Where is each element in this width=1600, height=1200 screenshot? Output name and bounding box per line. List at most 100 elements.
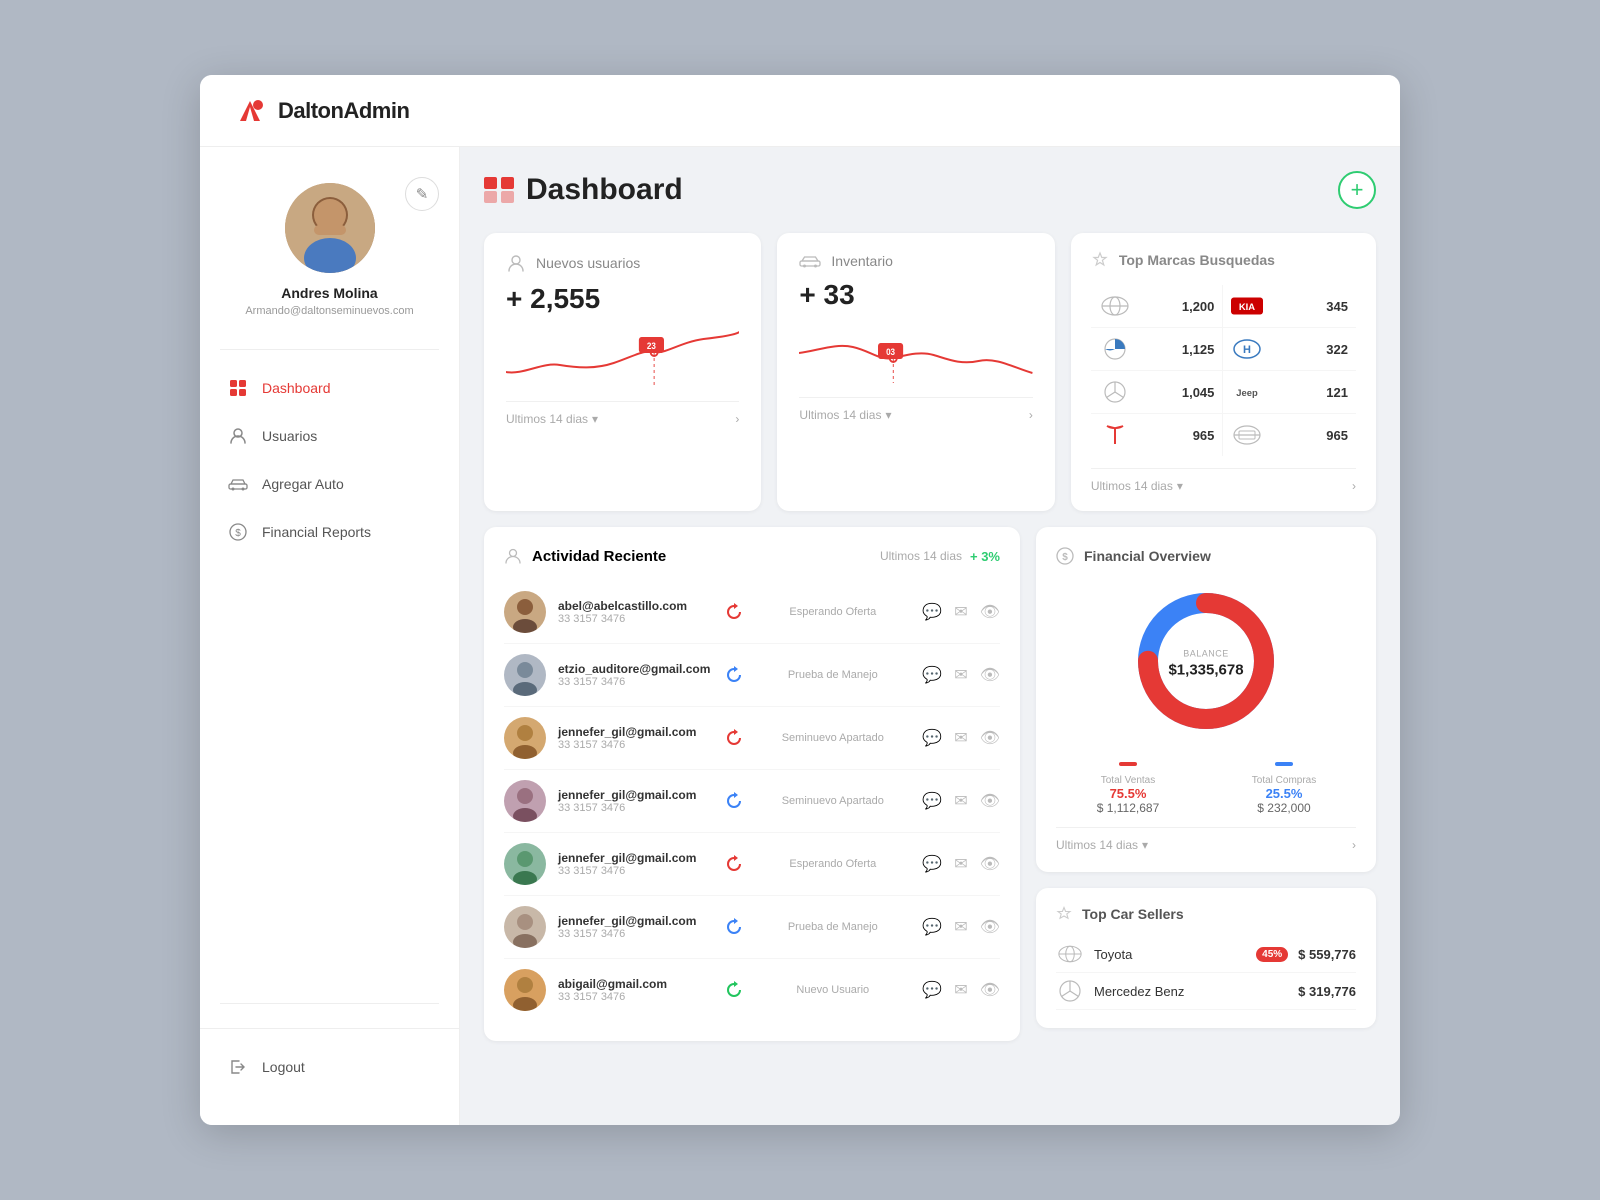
whatsapp-icon[interactable]: 💬 [922, 791, 942, 811]
avatar [504, 843, 546, 885]
logout-button[interactable]: Logout [212, 1045, 447, 1089]
list-item: jennefer_gil@gmail.com 33 3157 3476 Espe… [504, 833, 1000, 896]
avatar [504, 591, 546, 633]
usuarios-stat-icon [506, 253, 526, 273]
activity-info: abigail@gmail.com 33 3157 3476 [558, 977, 713, 1003]
stat-footer-inventario: Ultimos 14 dias ▾ › [799, 397, 1032, 422]
activity-info: jennefer_gil@gmail.com 33 3157 3476 [558, 725, 713, 751]
view-icon[interactable]: 👁 [980, 665, 1000, 685]
seller-row-toyota: Toyota 45% $ 559,776 [1056, 936, 1356, 973]
activity-email: jennefer_gil@gmail.com [558, 914, 713, 928]
svg-text:23: 23 [647, 341, 656, 352]
logo-icon [232, 93, 268, 129]
nissan-logo [1231, 424, 1263, 446]
refresh-icon [725, 981, 743, 999]
view-icon[interactable]: 👁 [980, 980, 1000, 1000]
compras-label: Total Compras [1212, 775, 1356, 786]
tesla-logo [1099, 424, 1131, 446]
activity-user-icon [504, 547, 522, 565]
activity-phone: 33 3157 3476 [558, 865, 713, 877]
view-icon[interactable]: 👁 [980, 602, 1000, 622]
logout-icon [228, 1057, 248, 1077]
activity-list: abel@abelcastillo.com 33 3157 3476 Esper… [504, 581, 1000, 1021]
sidebar-divider [220, 349, 439, 350]
sidebar-item-usuarios[interactable]: Usuarios [212, 414, 447, 458]
compras-dot [1275, 762, 1293, 766]
ventas-dot [1119, 762, 1137, 766]
activity-email: jennefer_gil@gmail.com [558, 851, 713, 865]
view-icon[interactable]: 👁 [980, 791, 1000, 811]
mercedes-logo [1099, 381, 1131, 403]
activity-title: Actividad Reciente [532, 548, 666, 565]
financial-arrow[interactable]: › [1352, 838, 1356, 852]
mercedes-seller-logo [1056, 981, 1084, 1001]
activity-phone: 33 3157 3476 [558, 676, 713, 688]
email-icon[interactable]: ✉ [954, 602, 967, 622]
dashboard-grid-icon [484, 177, 514, 203]
legend-compras: Total Compras 25.5% $ 232,000 [1212, 757, 1356, 815]
view-icon[interactable]: 👁 [980, 917, 1000, 937]
sidebar-item-dashboard[interactable]: Dashboard [212, 366, 447, 410]
activity-email: jennefer_gil@gmail.com [558, 725, 713, 739]
activity-status-text: Esperando Oferta [755, 606, 910, 618]
sidebar-item-agregar-auto[interactable]: Agregar Auto [212, 462, 447, 506]
list-item: abel@abelcastillo.com 33 3157 3476 Esper… [504, 581, 1000, 644]
whatsapp-icon[interactable]: 💬 [922, 854, 942, 874]
sidebar-item-financial-reports[interactable]: $ Financial Reports [212, 510, 447, 554]
stat-card-inventario-header: Inventario [799, 253, 1032, 269]
sellers-title: Top Car Sellers [1082, 906, 1184, 922]
activity-phone: 33 3157 3476 [558, 928, 713, 940]
ventas-amount: $ 1,112,687 [1056, 801, 1200, 815]
chevron-down-icon-usuarios: ▾ [592, 412, 598, 426]
view-icon[interactable]: 👁 [980, 728, 1000, 748]
main-content: Dashboard + Nuevos usuarios + 2,555 [460, 147, 1400, 1125]
svg-text:03: 03 [886, 347, 895, 358]
logo-text: DaltonAdmin [278, 98, 409, 124]
view-icon[interactable]: 👁 [980, 854, 1000, 874]
stat-arrow-usuarios[interactable]: › [735, 412, 739, 426]
marcas-arrow[interactable]: › [1352, 479, 1356, 493]
refresh-icon [725, 603, 743, 621]
activity-status-text: Prueba de Manejo [755, 921, 910, 933]
email-icon[interactable]: ✉ [954, 917, 967, 937]
ventas-label: Total Ventas [1056, 775, 1200, 786]
edit-profile-button[interactable]: ✎ [405, 177, 439, 211]
app-header: DaltonAdmin [200, 75, 1400, 147]
whatsapp-icon[interactable]: 💬 [922, 917, 942, 937]
nissan-count: 965 [1326, 428, 1348, 443]
activity-status-text: Prueba de Manejo [755, 669, 910, 681]
whatsapp-icon[interactable]: 💬 [922, 665, 942, 685]
email-icon[interactable]: ✉ [954, 728, 967, 748]
add-button[interactable]: + [1338, 171, 1376, 209]
whatsapp-icon[interactable]: 💬 [922, 602, 942, 622]
sidebar-item-dashboard-label: Dashboard [262, 380, 331, 396]
donut-chart: BALANCE $1,335,678 [1056, 581, 1356, 741]
activity-info: jennefer_gil@gmail.com 33 3157 3476 [558, 914, 713, 940]
activity-actions: 💬 ✉ 👁 [922, 665, 1000, 685]
activity-phone: 33 3157 3476 [558, 613, 713, 625]
stat-arrow-inventario[interactable]: › [1029, 408, 1033, 422]
whatsapp-icon[interactable]: 💬 [922, 728, 942, 748]
user-icon [228, 426, 248, 446]
activity-email: jennefer_gil@gmail.com [558, 788, 713, 802]
top-marcas-card: Top Marcas Busquedas 1,200 KIA [1071, 233, 1376, 511]
balance-value: $1,335,678 [1168, 662, 1243, 679]
chevron-down-icon-financial: ▾ [1142, 838, 1148, 852]
email-icon[interactable]: ✉ [954, 791, 967, 811]
marca-row-mercedes: 1,045 [1091, 371, 1224, 414]
balance-label: BALANCE [1183, 649, 1229, 659]
hyundai-logo: H [1231, 338, 1263, 360]
email-icon[interactable]: ✉ [954, 980, 967, 1000]
activity-info: jennefer_gil@gmail.com 33 3157 3476 [558, 788, 713, 814]
email-icon[interactable]: ✉ [954, 854, 967, 874]
email-icon[interactable]: ✉ [954, 665, 967, 685]
avatar [285, 183, 375, 273]
compras-pct: 25.5% [1212, 786, 1356, 801]
activity-info: jennefer_gil@gmail.com 33 3157 3476 [558, 851, 713, 877]
svg-text:$: $ [235, 528, 241, 539]
right-column: $ Financial Overview [1036, 527, 1376, 1041]
financial-footer: Ultimos 14 dias ▾ › [1056, 827, 1356, 852]
stat-chart-inventario: 03 [799, 323, 1032, 383]
whatsapp-icon[interactable]: 💬 [922, 980, 942, 1000]
activity-actions: 💬 ✉ 👁 [922, 602, 1000, 622]
